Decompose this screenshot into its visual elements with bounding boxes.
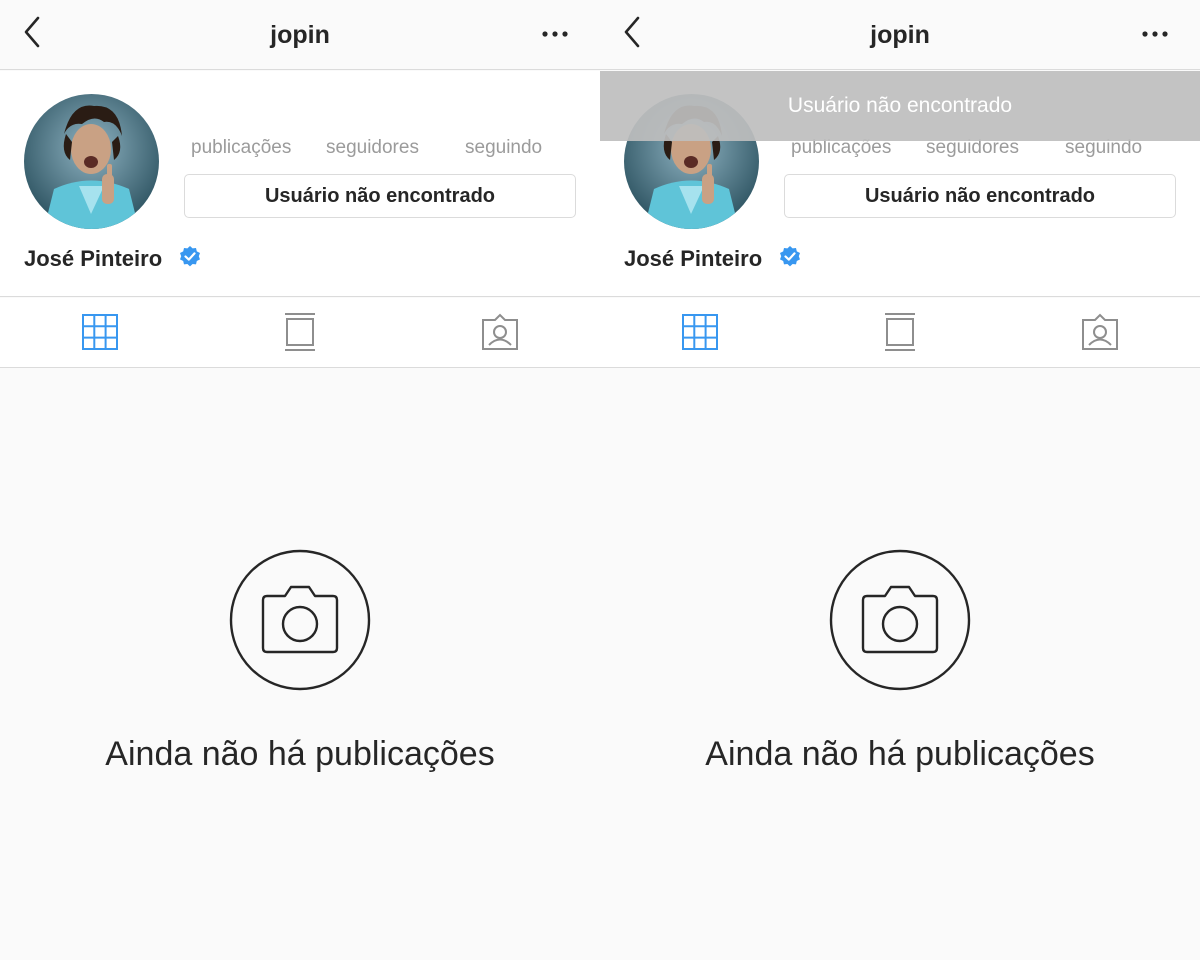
camera-icon — [829, 549, 971, 691]
top-bar: jopin — [600, 0, 1200, 70]
tagged-icon[interactable] — [1078, 310, 1122, 354]
profile-screen-left: jopin publicações seguidores seguindo Us… — [0, 0, 600, 960]
feed-icon[interactable] — [278, 310, 322, 354]
followers-label[interactable]: seguidores — [326, 137, 419, 159]
top-bar: jopin — [0, 0, 600, 70]
user-not-found-button[interactable]: Usuário não encontrado — [784, 174, 1176, 218]
profile-tabs — [0, 298, 600, 368]
user-not-found-button[interactable]: Usuário não encontrado — [184, 174, 576, 218]
profile-tabs — [600, 298, 1200, 368]
more-options-icon[interactable] — [540, 26, 570, 42]
avatar[interactable] — [24, 94, 159, 229]
grid-icon[interactable] — [678, 310, 722, 354]
grid-icon[interactable] — [78, 310, 122, 354]
profile-name: José Pinteiro — [624, 246, 763, 271]
tagged-icon[interactable] — [478, 310, 522, 354]
verified-badge-icon — [180, 246, 200, 267]
posts-label: publicações — [191, 137, 292, 158]
username-title: jopin — [270, 21, 330, 49]
feed-icon[interactable] — [878, 310, 922, 354]
profile-screen-right: jopin publicações seguidores seguindo Us… — [600, 0, 1200, 960]
camera-icon — [229, 549, 371, 691]
verified-badge-icon — [780, 246, 800, 267]
profile-header: publicações seguidores seguindo Usuário … — [0, 71, 600, 297]
empty-state-message: Ainda não há publicações — [705, 735, 1095, 773]
profile-name: José Pinteiro — [24, 246, 163, 271]
following-label[interactable]: seguindo — [465, 137, 542, 159]
more-options-icon[interactable] — [1140, 26, 1170, 42]
error-toast: Usuário não encontrado — [600, 71, 1200, 141]
empty-state-message: Ainda não há publicações — [105, 735, 495, 773]
username-title: jopin — [870, 21, 930, 49]
